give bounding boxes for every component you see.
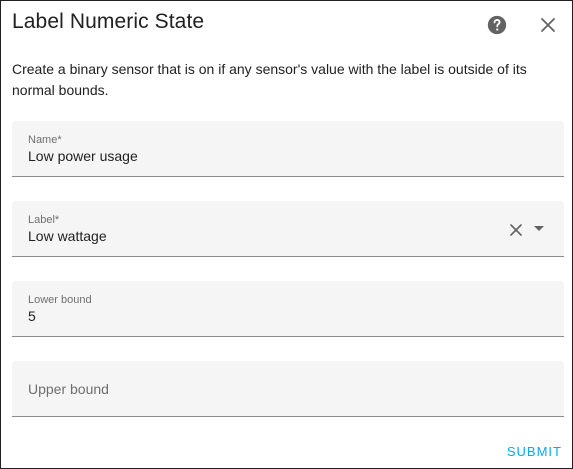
menu-down-icon[interactable] [533,225,545,233]
name-field-value[interactable]: Low power usage [28,148,138,164]
help-circle-icon [487,15,507,35]
dialog: Label Numeric State Create a binary sens… [0,0,573,469]
label-select-label: Label* [28,214,60,226]
upper-bound-placeholder: Upper bound [28,381,109,397]
help-icon[interactable] [485,13,509,37]
dialog-title: Label Numeric State [12,10,205,33]
lower-bound-label: Lower bound [28,294,92,306]
name-field[interactable]: Name* Low power usage [12,121,564,177]
submit-button[interactable]: SUBMIT [507,442,562,461]
close-icon [541,18,555,32]
name-field-label: Name* [28,134,62,146]
lower-bound-field[interactable]: Lower bound 5 [12,281,564,337]
upper-bound-field[interactable]: Upper bound [12,361,564,417]
lower-bound-value[interactable]: 5 [28,308,36,324]
label-select[interactable]: Label* Low wattage [12,201,564,257]
close-button[interactable] [536,13,560,37]
label-select-value[interactable]: Low wattage [28,228,107,244]
clear-icon[interactable] [509,223,523,237]
dialog-description: Create a binary sensor that is on if any… [12,61,527,98]
